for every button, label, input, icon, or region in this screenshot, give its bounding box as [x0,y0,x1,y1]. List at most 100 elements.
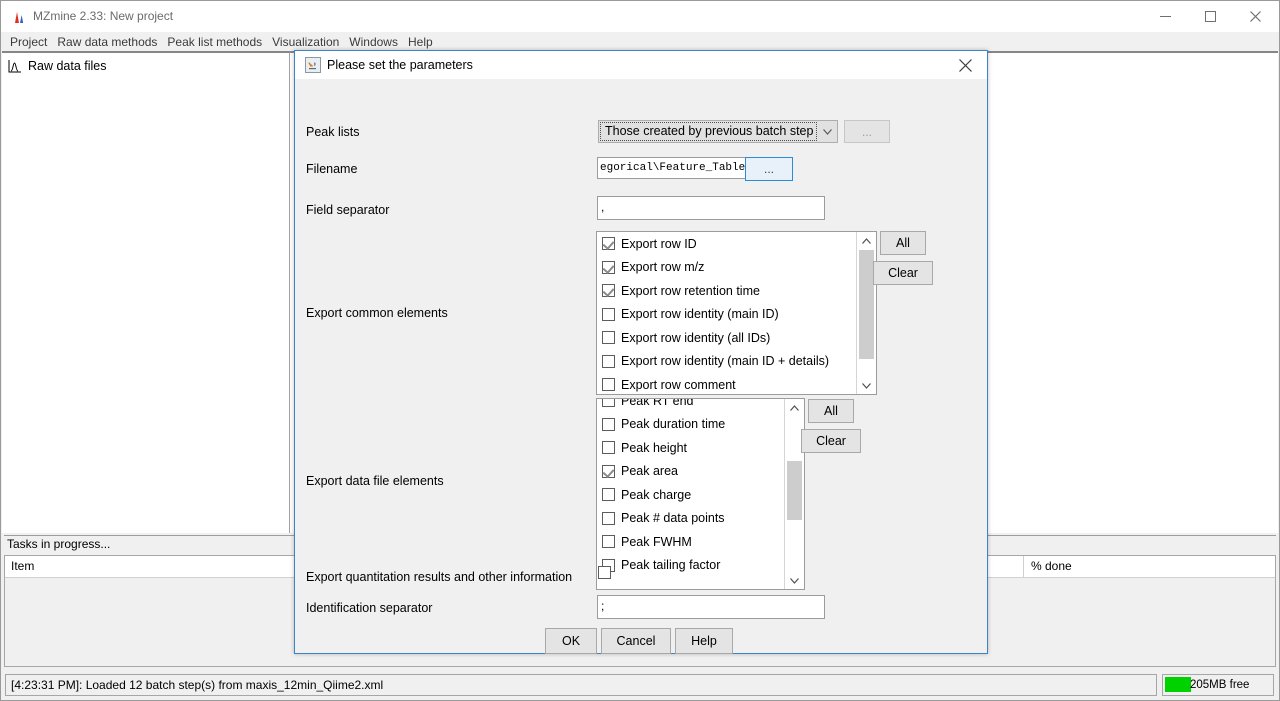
field-separator-input[interactable]: , [597,196,825,220]
export-data-file-clear-button[interactable]: Clear [801,429,861,453]
export-common-elements-listbox[interactable]: Export row ID Export row m/z Export row … [596,231,877,395]
list-item-label: Peak tailing factor [621,558,721,573]
checkbox-icon[interactable] [602,399,615,408]
list-item-label: Export row identity (main ID + details) [621,354,830,369]
cancel-button[interactable]: Cancel [601,628,671,654]
peak-lists-combo[interactable]: Those created by previous batch step [598,120,838,143]
close-button[interactable] [1233,1,1278,32]
statusbar: [4:23:31 PM]: Loaded 12 batch step(s) fr… [2,671,1278,699]
export-data-file-elements-items: Peak RT end Peak duration time Peak heig… [597,399,783,589]
export-data-file-elements-listbox[interactable]: Peak RT end Peak duration time Peak heig… [596,398,805,590]
list-item-label: Export row ID [621,236,697,251]
close-icon [1250,11,1261,22]
memory-meter[interactable]: 205MB free [1162,674,1274,696]
list-item[interactable]: Peak FWHM [597,530,783,554]
checkbox-checked-icon[interactable] [602,237,615,251]
scroll-down-icon[interactable] [785,572,804,589]
java-coffee-icon [305,57,321,73]
export-common-elements-items: Export row ID Export row m/z Export row … [597,232,855,394]
peak-lists-browse-button[interactable]: ... [844,120,890,143]
list-item[interactable]: Export row identity (main ID) [597,303,855,327]
checkbox-icon[interactable] [602,535,615,549]
checkbox-icon[interactable] [602,354,615,368]
checkbox-icon[interactable] [602,488,615,502]
checkbox-icon[interactable] [602,511,615,525]
filename-browse-button[interactable]: ... [745,157,793,181]
menu-item-windows[interactable]: Windows [344,35,403,49]
mzmine-peaks-icon [11,9,27,25]
menu-item-peak-list-methods[interactable]: Peak list methods [162,35,267,49]
ok-button[interactable]: OK [545,628,597,654]
export-common-clear-button[interactable]: Clear [873,261,933,285]
scroll-up-icon[interactable] [857,232,876,249]
main-window: MZmine 2.33: New project Project Raw dat… [0,0,1280,701]
memory-label: 205MB free [1190,679,1250,691]
minimize-icon [1160,16,1171,17]
peak-tree-icon [8,59,22,73]
checkbox-icon[interactable] [602,307,615,321]
close-icon [958,58,972,72]
list-item[interactable]: Export row retention time [597,279,855,303]
list-item-label: Peak area [621,464,678,479]
scrollbar-thumb[interactable] [859,250,874,359]
window-title: MZmine 2.33: New project [33,9,174,23]
export-data-file-all-button[interactable]: All [808,399,854,423]
export-common-elements-label: Export common elements [306,306,448,320]
list-item[interactable]: Export row m/z [597,256,855,280]
list-item[interactable]: Export row ID [597,232,855,256]
scroll-down-icon[interactable] [857,377,876,394]
maximize-button[interactable] [1188,1,1233,32]
maximize-icon [1205,11,1216,22]
checkbox-checked-icon[interactable] [602,260,615,274]
checkbox-checked-icon[interactable] [602,284,615,298]
list-item-label: Peak height [621,440,688,455]
list-item[interactable]: Peak tailing factor [597,554,783,578]
export-data-file-elements-scrollbar[interactable] [784,399,804,589]
menu-item-project[interactable]: Project [5,35,52,49]
menubar: Project Raw data methods Peak list metho… [1,32,1279,51]
list-item[interactable]: Peak area [597,460,783,484]
export-common-all-button[interactable]: All [880,231,926,255]
identification-separator-label: Identification separator [306,601,433,615]
export-quantitation-checkbox[interactable] [598,566,611,579]
list-item[interactable]: Peak RT end [597,399,783,413]
menu-item-raw-data-methods[interactable]: Raw data methods [52,35,162,49]
checkbox-icon[interactable] [602,331,615,345]
menu-item-visualization[interactable]: Visualization [267,35,344,49]
dialog-title: Please set the parameters [327,58,473,72]
help-button[interactable]: Help [675,628,733,654]
tasks-column-percent-done[interactable]: % done [1025,556,1279,577]
list-item[interactable]: Export row identity (main ID + details) [597,350,855,374]
list-item[interactable]: Export row comment [597,373,855,394]
menu-item-help[interactable]: Help [403,35,438,49]
raw-data-files-panel: Raw data files [2,51,290,533]
dialog-close-button[interactable] [945,51,985,79]
list-item[interactable]: Export row identity (all IDs) [597,326,855,350]
filename-label: Filename [306,162,358,176]
export-quantitation-label: Export quantitation results and other in… [306,570,573,584]
list-item[interactable]: Peak duration time [597,413,783,437]
list-item[interactable]: Peak # data points [597,507,783,531]
list-item-label: Peak # data points [621,511,725,526]
checkbox-icon[interactable] [602,417,615,431]
raw-data-files-label: Raw data files [28,59,107,73]
peak-lists-label: Peak lists [306,125,360,139]
export-common-elements-scrollbar[interactable] [856,232,876,394]
list-item-label: Export row identity (main ID) [621,307,779,322]
peak-lists-combo-value: Those created by previous batch step [600,122,817,141]
checkbox-icon[interactable] [602,378,615,392]
list-item[interactable]: Peak charge [597,483,783,507]
export-data-file-elements-label: Export data file elements [306,474,444,488]
scroll-up-icon[interactable] [785,399,804,416]
checkbox-icon[interactable] [602,441,615,455]
checkbox-checked-icon[interactable] [602,464,615,478]
list-item-label: Peak FWHM [621,534,692,549]
identification-separator-input[interactable]: ; [597,595,825,619]
scrollbar-thumb[interactable] [787,461,802,520]
filename-input[interactable]: egorical\Feature_Table_Cat [597,157,749,179]
raw-data-files-header[interactable]: Raw data files [2,55,107,77]
dialog-titlebar: Please set the parameters [295,51,987,79]
list-item[interactable]: Peak height [597,436,783,460]
minimize-button[interactable] [1143,1,1188,32]
parameters-dialog: Please set the parameters Peak lists Tho… [294,50,988,654]
